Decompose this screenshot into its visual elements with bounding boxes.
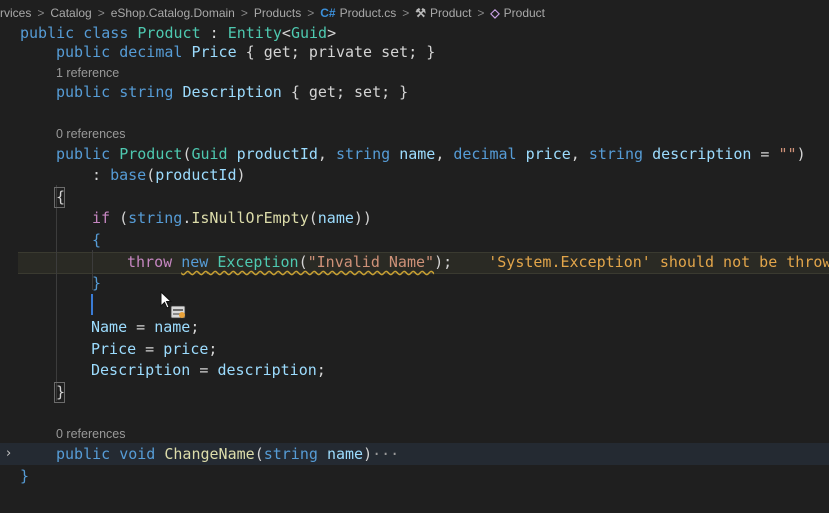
breadcrumb-item-member[interactable]: ◇ Product xyxy=(490,6,545,20)
breadcrumb-separator: > xyxy=(97,6,105,20)
text-cursor xyxy=(91,294,93,315)
breadcrumb-item-catalog[interactable]: Catalog xyxy=(50,6,91,20)
breadcrumb-separator: > xyxy=(240,6,248,20)
code-line-constructor[interactable]: public Product(Guid productId, string na… xyxy=(0,144,829,165)
code-line-price-property[interactable]: public decimal Price { get; private set;… xyxy=(0,42,829,63)
code-line-class-declaration[interactable]: public class Product : Entity<Guid> xyxy=(0,23,829,44)
mouse-pointer-icon xyxy=(160,291,186,319)
code-line-class-close[interactable]: } xyxy=(0,466,829,487)
breadcrumb-separator: > xyxy=(402,6,410,20)
breadcrumb-class-label: Product xyxy=(430,6,472,20)
code-line-change-name[interactable]: public void ChangeName(string name)··· xyxy=(0,444,829,465)
code-line-close-brace[interactable]: } xyxy=(0,382,829,403)
folded-ellipsis[interactable]: ··· xyxy=(372,445,399,463)
breadcrumb-separator: > xyxy=(37,6,45,20)
breadcrumb-member-label: Product xyxy=(503,6,546,20)
code-line-base-call[interactable]: : base(productId) xyxy=(0,165,829,186)
breadcrumb-item-domain[interactable]: eShop.Catalog.Domain xyxy=(111,6,235,20)
csharp-file-icon: C# xyxy=(320,6,336,20)
code-line-inner-close[interactable]: } xyxy=(0,273,829,294)
codelens-reference-count[interactable]: 0 references xyxy=(56,426,125,442)
breadcrumb-separator: > xyxy=(307,6,315,20)
code-line-throw[interactable]: throw new Exception("Invalid Name"); 'Sy… xyxy=(0,252,829,273)
inline-warning-message: 'System.Exception' should not be throw xyxy=(488,253,829,271)
code-line-if[interactable]: if (string.IsNullOrEmpty(name)) xyxy=(0,208,829,229)
codelens-reference-count[interactable]: 1 reference xyxy=(56,65,119,81)
code-line-assign-description[interactable]: Description = description; xyxy=(0,360,829,381)
code-line-inner-open[interactable]: { xyxy=(0,230,829,251)
wrench-property-icon: ⚒ xyxy=(415,6,427,20)
breadcrumb-separator: > xyxy=(477,6,485,20)
breadcrumb-item-products[interactable]: Products xyxy=(254,6,301,20)
codelens-reference-count[interactable]: 0 references xyxy=(56,126,125,142)
code-line-assign-price[interactable]: Price = price; xyxy=(0,339,829,360)
breadcrumb-file-label: Product.cs xyxy=(339,6,397,20)
code-line-assign-name[interactable]: Name = name; xyxy=(0,317,829,338)
code-line-description-property[interactable]: public string Description { get; set; } xyxy=(0,82,829,103)
breadcrumb-item-file[interactable]: C# Product.cs xyxy=(320,6,396,20)
code-line-open-brace[interactable]: { xyxy=(0,187,829,208)
breadcrumb-item-class[interactable]: ⚒ Product xyxy=(415,6,471,20)
class-icon: ◇ xyxy=(490,6,500,20)
breadcrumb-item-services[interactable]: rvices xyxy=(0,6,31,20)
